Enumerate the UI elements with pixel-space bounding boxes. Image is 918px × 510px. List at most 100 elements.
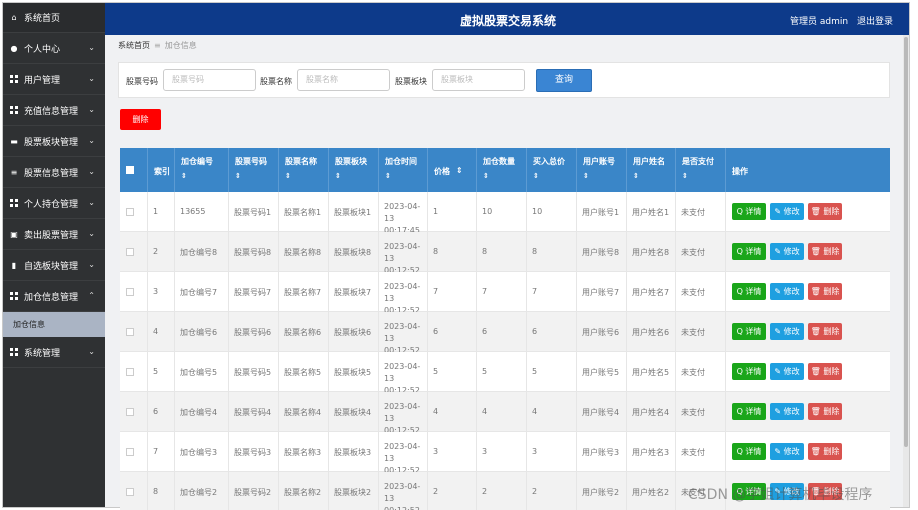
edit-button[interactable]: ✎ 修改 [770,243,804,260]
detail-button[interactable]: Q 详情 [732,323,766,340]
row-checkbox[interactable] [126,368,134,376]
header-paid[interactable]: 是否支付 ⇕ [676,148,726,192]
row-checkbox[interactable] [126,208,134,216]
header-price[interactable]: 价格 ⇕ [428,148,477,192]
cell-code-text: 股票号码5 [234,368,272,377]
cell-qty: 4 [477,392,527,432]
edit-button[interactable]: ✎ 修改 [770,283,804,300]
header-qty[interactable]: 加仓数量 ⇕ [477,148,527,192]
header-code[interactable]: 股票号码 ⇕ [229,148,279,192]
sidebar-subitem-add-position-info[interactable]: 加仓信息 [3,312,105,337]
detail-button[interactable]: Q 详情 [732,403,766,420]
select-all-checkbox[interactable] [126,166,134,174]
row-select-cell [120,232,148,272]
breadcrumb-home[interactable]: 系统首页 [118,41,150,50]
delete-button[interactable]: 🗑 删除 [808,403,842,420]
cell-code-text: 股票号码3 [234,448,272,457]
header-name[interactable]: 股票名称 ⇕ [279,148,329,192]
sidebar-item-holdings[interactable]: 个人持仓管理 ⌄ [3,188,105,219]
logout-link[interactable]: 退出登录 [857,17,893,27]
detail-button[interactable]: Q 详情 [732,443,766,460]
cell-index: 6 [148,392,175,432]
header-username[interactable]: 用户姓名 ⇕ [627,148,676,192]
cell-name-text: 股票名称7 [284,288,322,297]
grid-icon [9,291,19,301]
header-select-all[interactable] [120,148,148,192]
cell-number: 加仓编号3 [175,432,229,472]
edit-button[interactable]: ✎ 修改 [770,443,804,460]
cell-account: 用户账号2 [577,472,627,510]
sidebar-item-sell[interactable]: ▣ 卖出股票管理 ⌄ [3,219,105,250]
stock-code-input[interactable]: 股票号码 [163,69,256,91]
edit-button[interactable]: ✎ 修改 [770,363,804,380]
cell-sector-text: 股票板块1 [334,208,372,217]
cell-code-text: 股票号码4 [234,408,272,417]
row-checkbox[interactable] [126,288,134,296]
cell-paid-text: 未支付 [681,448,705,457]
sidebar-item-home[interactable]: ⌂ 系统首页 [3,3,105,33]
row-select-cell [120,192,148,232]
cell-time: 2023-04-13 00:12:52 [379,392,428,435]
scrollbar-thumb[interactable] [904,37,908,447]
row-checkbox[interactable] [126,408,134,416]
sidebar-item-system[interactable]: 系统管理 ⌄ [3,337,105,368]
cell-code-text: 股票号码8 [234,248,272,257]
delete-button[interactable]: 🗑 删除 [808,363,842,380]
cell-time: 2023-04-13 00:12:52 [379,272,428,315]
cell-total: 7 [527,272,577,312]
delete-button[interactable]: 🗑 删除 [808,323,842,340]
header-time[interactable]: 加仓时间 ⇕ [379,148,428,192]
table-header: 索引 加仓编号 ⇕ 股票号码 ⇕ 股票名称 ⇕ 股票板块 ⇕ 加仓时间 ⇕ 价格 ⇕ 加仓数… [120,148,890,192]
cell-number: 加仓编号6 [175,312,229,352]
cell-paid: 未支付 [676,272,726,312]
sidebar-item-personal-center[interactable]: ● 个人中心 ⌄ [3,33,105,64]
sidebar-item-stock-sector[interactable]: ▬ 股票板块管理 ⌄ [3,126,105,157]
cell-total-text: 8 [532,247,538,256]
stock-name-input[interactable]: 股票名称 [297,69,390,91]
cell-index-text: 4 [153,327,159,336]
detail-button[interactable]: Q 详情 [732,203,766,220]
sidebar-item-user-management[interactable]: 用户管理 ⌄ [3,64,105,95]
delete-button[interactable]: 🗑 删除 [808,283,842,300]
cell-account: 用户账号1 [577,192,627,232]
bulk-delete-button[interactable]: 删除 [120,109,161,130]
sidebar-item-watchlist[interactable]: ▮ 自选板块管理 ⌄ [3,250,105,281]
cell-price-text: 8 [433,247,439,256]
cell-account-text: 用户账号5 [582,368,620,377]
detail-button[interactable]: Q 详情 [732,363,766,380]
vertical-scrollbar[interactable] [903,35,909,507]
header-number[interactable]: 加仓编号 ⇕ [175,148,229,192]
edit-button[interactable]: ✎ 修改 [770,403,804,420]
row-checkbox[interactable] [126,488,134,496]
sort-icon: ⇕ [633,172,639,180]
cell-total-text: 5 [532,367,538,376]
edit-button[interactable]: ✎ 修改 [770,203,804,220]
detail-button[interactable]: Q 详情 [732,243,766,260]
delete-button[interactable]: 🗑 删除 [808,443,842,460]
sidebar-item-add-position[interactable]: 加仓信息管理 ⌃ [3,281,105,312]
row-checkbox[interactable] [126,328,134,336]
header-total[interactable]: 买入总价 ⇕ [527,148,577,192]
query-button[interactable]: 查询 [536,69,592,92]
sort-icon: ⇕ [583,172,589,180]
row-checkbox[interactable] [126,248,134,256]
delete-button[interactable]: 🗑 删除 [808,203,842,220]
cell-number-text: 加仓编号3 [180,448,218,457]
header-sector[interactable]: 股票板块 ⇕ [329,148,379,192]
cell-qty: 5 [477,352,527,392]
cell-username-text: 用户姓名8 [632,248,670,257]
cell-price: 3 [428,432,477,472]
header-account[interactable]: 用户账号 ⇕ [577,148,627,192]
sidebar-item-stock-info[interactable]: ≡ 股票信息管理 ⌄ [3,157,105,188]
monitor-icon: ▬ [10,136,18,146]
edit-button[interactable]: ✎ 修改 [770,323,804,340]
stock-sector-input[interactable]: 股票板块 [432,69,525,91]
detail-button[interactable]: Q 详情 [732,283,766,300]
sidebar-item-recharge[interactable]: 充值信息管理 ⌄ [3,95,105,126]
delete-button[interactable]: 🗑 删除 [808,243,842,260]
cell-paid: 未支付 [676,352,726,392]
cell-price: 1 [428,192,477,232]
row-checkbox[interactable] [126,448,134,456]
cell-time: 2023-04-13 00:12:52 [379,352,428,395]
cell-sector-text: 股票板块8 [334,248,372,257]
